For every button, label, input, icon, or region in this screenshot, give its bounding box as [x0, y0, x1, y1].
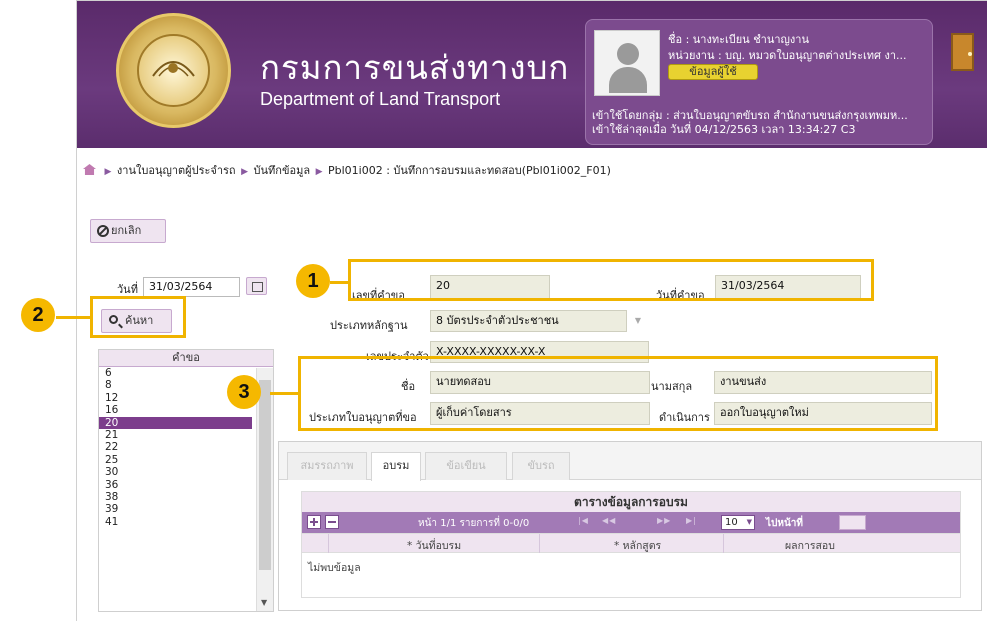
add-row-icon[interactable]	[307, 515, 321, 529]
list-item[interactable]: 38	[99, 491, 252, 503]
cancel-icon	[97, 225, 109, 237]
goto-page-input[interactable]	[839, 515, 866, 530]
tab-training[interactable]: อบรม	[371, 452, 421, 481]
grid-header: * วันที่อบรม * หลักสูตร ผลการสอบ	[302, 533, 960, 553]
avatar	[594, 30, 660, 96]
last-page-icon[interactable]: ▶|	[686, 516, 697, 525]
tab-panel: สมรรถภาพ อบรม ข้อเขียน ขับรถ ตารางข้อมูล…	[278, 441, 982, 611]
list-item[interactable]: 41	[99, 516, 252, 528]
callout-box-2	[90, 296, 186, 338]
page-size-value: 10	[725, 517, 738, 528]
page-info: หน้า 1/1 รายการที่ 0-0/0	[418, 518, 530, 529]
breadcrumb-arrow-icon: ▶	[315, 167, 323, 177]
avatar-head	[617, 43, 639, 65]
column-training-date[interactable]: * วันที่อบรม	[407, 537, 461, 554]
header-banner: กรมการขนส่งทางบก Department of Land Tran…	[77, 1, 987, 148]
chevron-down-icon: ▼	[746, 518, 752, 526]
list-item[interactable]: 22	[99, 441, 252, 453]
list-item[interactable]: 30	[99, 466, 252, 478]
callout-box-1	[348, 259, 874, 301]
tab-driving-test[interactable]: ขับรถ	[512, 452, 570, 480]
column-divider	[328, 534, 329, 553]
title-english: Department of Land Transport	[260, 89, 501, 109]
list-item[interactable]: 36	[99, 479, 252, 491]
title-thai: กรมการขนส่งทางบก	[260, 48, 570, 87]
avatar-body	[609, 67, 647, 93]
request-list-scrollbar[interactable]: ▼	[256, 368, 273, 611]
cancel-button-label: ยกเลิก	[111, 224, 142, 237]
list-item[interactable]: 39	[99, 503, 252, 515]
callout-badge-1: 1	[296, 264, 330, 298]
department-seal-logo	[116, 13, 231, 128]
evidence-type-label: ประเภทหลักฐาน	[330, 319, 408, 332]
seal-emblem	[152, 61, 195, 77]
chevron-down-icon[interactable]: ▼	[627, 310, 649, 332]
calendar-icon[interactable]	[246, 277, 267, 295]
user-info-button[interactable]: ข้อมูลผู้ใช้	[668, 64, 758, 80]
last-login: เข้าใช้ล่าสุดเมื่อ วันที่ 04/12/2563 เวล…	[592, 123, 856, 136]
scroll-down-icon[interactable]: ▼	[261, 598, 267, 607]
tab-written-test[interactable]: ข้อเขียน	[425, 452, 507, 480]
list-item[interactable]: 6	[99, 367, 252, 379]
remove-row-icon[interactable]	[325, 515, 339, 529]
column-divider	[539, 534, 540, 553]
user-info-box: ชื่อ : นางทะเบียน ชำนาญงาน หน่วยงาน : บญ…	[585, 19, 933, 145]
prev-page-icon[interactable]: ◀◀	[602, 516, 616, 525]
next-page-icon[interactable]: ▶▶	[657, 516, 671, 525]
callout-1-leader	[330, 281, 350, 284]
column-course[interactable]: * หลักสูตร	[614, 537, 661, 554]
list-item[interactable]: 16	[99, 404, 252, 416]
grid-toolbar: หน้า 1/1 รายการที่ 0-0/0 |◀ ◀◀ ▶▶ ▶| 10 …	[302, 512, 960, 533]
callout-2-leader	[56, 316, 92, 319]
callout-badge-2: 2	[21, 298, 55, 332]
tab-bar: สมรรถภาพ อบรม ข้อเขียน ขับรถ	[279, 442, 981, 481]
date-input[interactable]: 31/03/2564	[143, 277, 240, 297]
breadcrumb-item-record[interactable]: บันทึกข้อมูล	[254, 164, 311, 177]
grid-title: ตารางข้อมูลการอบรม	[302, 492, 960, 512]
goto-page-label: ไปหน้าที่	[766, 518, 804, 529]
list-item[interactable]: 25	[99, 454, 252, 466]
grid-empty-message: ไม่พบข้อมูล	[308, 562, 361, 574]
callout-badge-3: 3	[227, 375, 261, 409]
logout-door-icon[interactable]	[951, 33, 974, 71]
breadcrumb-item-current: Pbl01i002 : บันทึกการอบรมและทดสอบ(Pbl01i…	[327, 164, 611, 177]
callout-box-3	[298, 356, 938, 431]
evidence-type-select[interactable]: 8 บัตรประจำตัวประชาชน	[430, 310, 627, 332]
list-item[interactable]: 21	[99, 429, 252, 441]
training-grid: ตารางข้อมูลการอบรม หน้า 1/1 รายการที่ 0-…	[301, 491, 961, 598]
request-list-header: คำขอ	[99, 350, 273, 367]
callout-3-leader	[270, 392, 300, 395]
column-divider	[723, 534, 724, 553]
page-size-select[interactable]: 10 ▼	[721, 515, 755, 530]
breadcrumb: ▶ งานใบอนุญาตผู้ประจำรถ ▶ บันทึกข้อมูล ▶…	[83, 161, 611, 179]
door-knob	[968, 52, 972, 56]
list-item[interactable]: 20	[99, 416, 252, 429]
user-unit: หน่วยงาน : บญ. หมวดใบอนุญาตต่างประเทศ งา…	[668, 49, 907, 62]
column-result[interactable]: ผลการสอบ	[785, 537, 835, 554]
breadcrumb-arrow-icon: ▶	[104, 167, 112, 177]
screenshot-frame: กรมการขนส่งทางบก Department of Land Tran…	[76, 0, 987, 621]
tab-fitness[interactable]: สมรรถภาพ	[287, 452, 367, 480]
first-page-icon[interactable]: |◀	[578, 516, 589, 525]
breadcrumb-item-license[interactable]: งานใบอนุญาตผู้ประจำรถ	[117, 164, 236, 177]
breadcrumb-arrow-icon: ▶	[241, 167, 249, 177]
scrollbar-thumb[interactable]	[259, 380, 271, 570]
home-icon[interactable]	[83, 164, 96, 175]
cancel-button[interactable]: ยกเลิก	[90, 219, 166, 243]
